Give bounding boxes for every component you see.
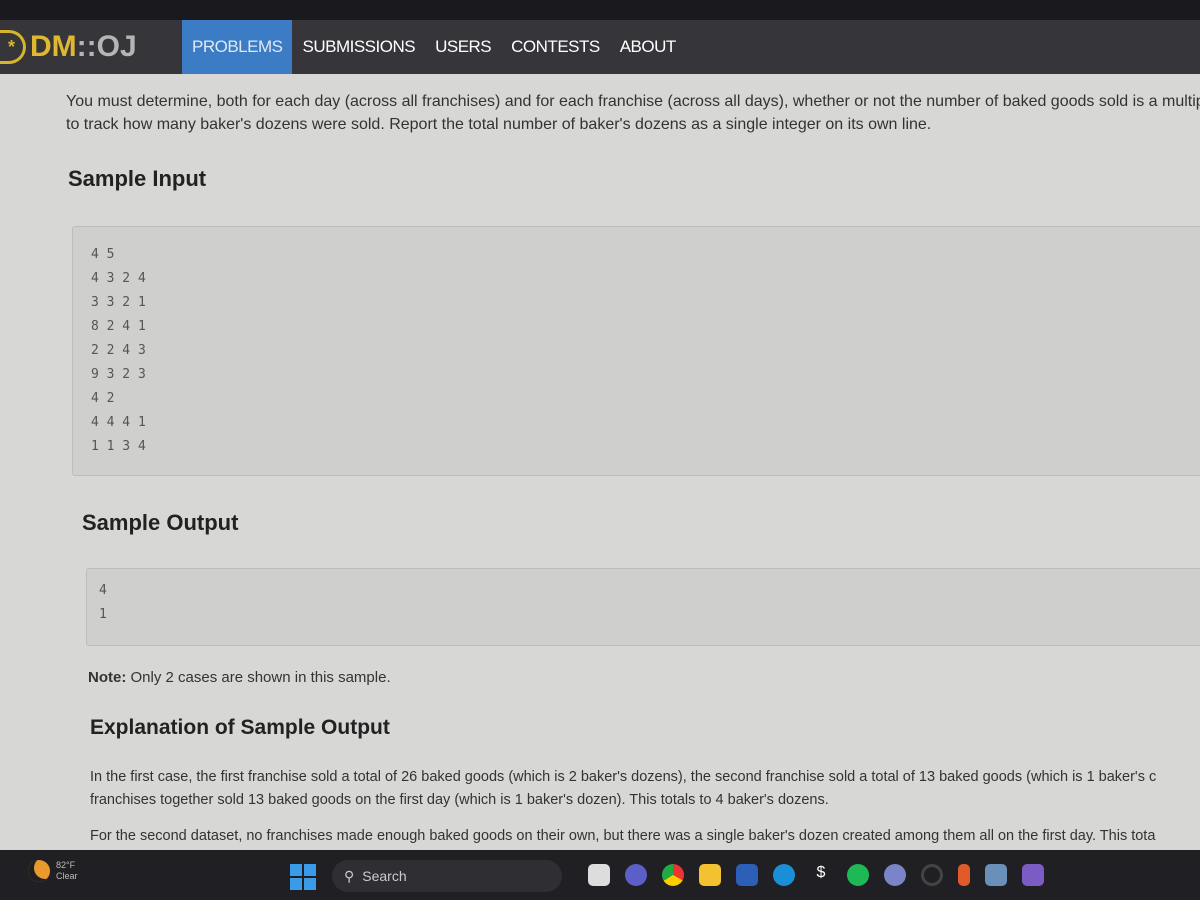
moon-icon [28,860,50,882]
edge-icon[interactable] [773,864,795,886]
input-line: 4 3 2 4 [91,271,146,286]
sample-output-box[interactable]: 4 1 [86,568,1200,646]
explanation-paragraph-1: In the first case, the first franchise s… [90,766,1156,812]
input-line: 2 2 4 3 [91,343,146,358]
sample-output-heading: Sample Output [82,510,239,535]
note-text: Only 2 cases are shown in this sample. [126,669,391,686]
logo-icon: * [0,30,26,64]
sample-input-heading: Sample Input [68,166,207,191]
site-logo[interactable]: * DM::OJ [0,20,182,74]
input-line: 8 2 4 1 [91,319,146,334]
nav-problems[interactable]: PROBLEMS [182,20,293,74]
nav-submissions[interactable]: SUBMISSIONS [292,20,425,74]
explanation-heading: Explanation of Sample Output [90,716,390,739]
nav-contests[interactable]: CONTESTS [501,20,610,74]
teams-icon[interactable] [625,864,647,886]
taskbar-search[interactable]: ⚲ Search [332,860,562,892]
circle-app-icon[interactable] [921,864,943,886]
output-line: 4 [99,583,107,598]
top-navbar: * DM::OJ PROBLEMS SUBMISSIONS USERS CONT… [0,20,1200,74]
output-line: 1 [99,607,107,622]
statement-line: You must determine, both for each day (a… [66,93,1200,110]
statement-line: to track how many baker's dozens were so… [66,116,932,133]
pinned-apps: $ [588,864,1044,886]
input-line: 1 1 3 4 [91,439,146,454]
input-line: 4 2 [91,391,115,406]
nav-users[interactable]: USERS [425,20,501,74]
input-line: 3 3 2 1 [91,295,146,310]
logo-text-oj: ::OJ [76,30,137,63]
input-line: 4 4 4 1 [91,415,146,430]
chrome-icon[interactable] [662,864,684,886]
word-icon[interactable] [736,864,758,886]
mail-icon[interactable] [985,864,1007,886]
nav-about[interactable]: ABOUT [610,20,686,74]
weather-widget[interactable]: 82°F Clear [28,860,78,882]
input-line: 4 5 [91,247,115,262]
problem-statement: You must determine, both for each day (a… [66,90,1200,136]
sample-input-box[interactable]: 4 5 4 3 2 4 3 3 2 1 8 2 4 1 2 2 4 3 9 3 … [72,226,1200,476]
browser-address-strip [0,0,1200,22]
temperature: 82°F [56,860,76,870]
weather-condition: Clear [56,871,78,881]
sample-note: Note: Only 2 cases are shown in this sam… [88,669,391,686]
search-label: Search [362,868,407,884]
explanation-line: franchises together sold 13 baked goods … [90,792,829,808]
search-icon: ⚲ [344,867,355,884]
problem-content: You must determine, both for each day (a… [0,74,1200,850]
taskbar: 82°F Clear ⚲ Search $ [0,850,1200,900]
logo-text-dm: DM [30,30,77,63]
explanation-line: In the first case, the first franchise s… [90,769,1157,785]
note-label: Note: [88,669,127,686]
input-line: 9 3 2 3 [91,367,146,382]
windows-start-icon[interactable] [290,864,316,890]
file-explorer-icon[interactable] [588,864,610,886]
app-orange-icon[interactable] [958,864,970,886]
spotify-icon[interactable] [847,864,869,886]
explanation-paragraph-2: For the second dataset, no franchises ma… [90,828,1156,844]
folder-icon[interactable] [699,864,721,886]
visual-studio-icon[interactable] [1022,864,1044,886]
app-icon[interactable]: $ [810,864,832,886]
profile-icon[interactable] [884,864,906,886]
